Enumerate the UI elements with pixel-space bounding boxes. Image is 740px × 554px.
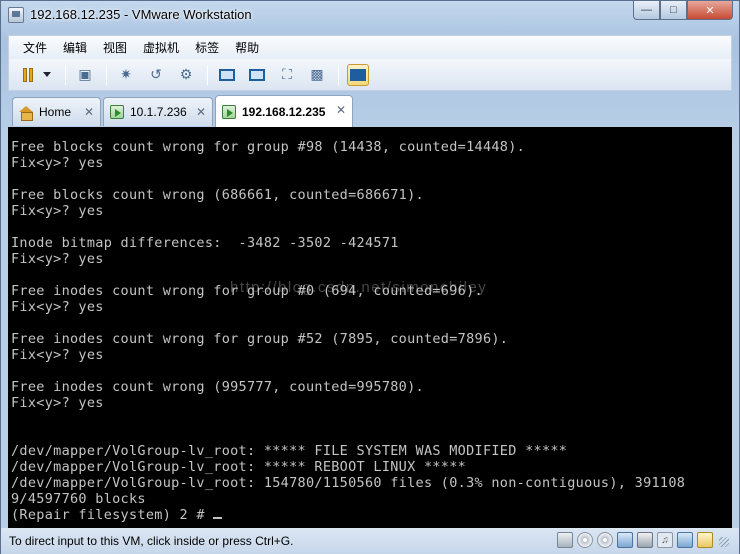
home-icon [19,106,33,121]
text-cursor [213,517,223,519]
tab-strip: Home ✕ 10.1.7.236 ✕ 192.168.12.235 ✕ [8,93,732,127]
vmware-window: 192.168.12.235 - VMware Workstation — □ … [0,0,740,554]
console-prompt-line: (Repair filesystem) 2 # [8,507,732,523]
unity-icon[interactable]: ▩ [306,64,328,86]
menu-help[interactable]: 帮助 [227,39,267,56]
vm-icon [110,105,124,119]
console-line: Fix<y>? yes [11,251,104,267]
snapshot-icon[interactable]: ✷ [115,64,137,86]
menu-file[interactable]: 文件 [15,39,55,56]
cd-rom-icon[interactable] [577,532,593,548]
console-line: Fix<y>? yes [11,347,104,363]
minimize-button[interactable]: — [633,1,660,20]
toolbar-separator [106,64,107,85]
fullscreen-icon[interactable] [246,64,268,86]
console-line: Free blocks count wrong (686661, counted… [11,187,424,203]
toolbar-separator [65,64,66,85]
tab-vm-192-168-12-235[interactable]: 192.168.12.235 ✕ [215,95,353,127]
quick-switch-icon[interactable] [347,63,369,86]
tab-label: 10.1.7.236 [130,105,187,119]
tab-vm-10-1-7-236[interactable]: 10.1.7.236 ✕ [103,97,213,126]
menu-bar: 文件 编辑 视图 虚拟机 标签 帮助 [8,35,732,59]
maximize-icon: □ [670,4,677,16]
menu-view[interactable]: 视图 [95,39,135,56]
console-line: /dev/mapper/VolGroup-lv_root: ***** REBO… [11,459,467,475]
console-line: Free blocks count wrong for group #98 (1… [11,139,526,155]
hard-disk-icon[interactable] [557,532,573,548]
menu-vm[interactable]: 虚拟机 [135,39,187,56]
console-line: Inode bitmap differences: -3482 -3502 -4… [11,235,399,251]
tab-close-icon[interactable]: ✕ [196,105,206,119]
pause-icon[interactable] [17,64,39,86]
status-message: To direct input to this VM, click inside… [9,534,294,548]
console-line: Fix<y>? yes [11,203,104,219]
printer-icon[interactable] [637,532,653,548]
console-line: Fix<y>? yes [11,155,104,171]
message-log-icon[interactable] [697,532,713,548]
console-prompt: (Repair filesystem) 2 # [11,507,214,523]
tab-close-icon[interactable]: ✕ [84,105,94,119]
snapshot-manager-icon[interactable]: ⚙ [175,64,197,86]
maximize-button[interactable]: □ [660,1,687,20]
console-line: Fix<y>? yes [11,299,104,315]
floppy-icon[interactable] [597,532,613,548]
vmware-app-icon [8,7,24,23]
send-ctrl-alt-del-icon[interactable]: ▣ [74,64,96,86]
window-title: 192.168.12.235 - VMware Workstation [30,7,252,22]
toolbar-separator [207,64,208,85]
menu-tabs[interactable]: 标签 [187,39,227,56]
close-icon: ✕ [705,4,715,17]
close-button[interactable]: ✕ [687,1,733,20]
console-line: Free inodes count wrong (995777, counted… [11,379,424,395]
vm-console[interactable]: Free blocks count wrong for group #98 (1… [8,127,732,528]
sound-card-icon[interactable]: ♫ [657,532,673,548]
menu-edit[interactable]: 编辑 [55,39,95,56]
toolbar: ▣ ✷ ↺ ⚙ ⛶ ▩ [8,59,732,91]
watermark: http://blog.csdn.net/simonchiley [230,279,488,296]
tab-label: Home [39,105,72,119]
network-adapter-icon[interactable] [617,532,633,548]
tab-close-icon[interactable]: ✕ [336,103,346,117]
power-dropdown-arrow-icon[interactable] [43,72,51,77]
revert-snapshot-icon[interactable]: ↺ [145,64,167,86]
tab-label: 192.168.12.235 [242,104,326,119]
console-line: 9/4597760 blocks [11,491,146,507]
console-line: /dev/mapper/VolGroup-lv_root: ***** FILE… [11,443,568,459]
minimize-icon: — [641,4,652,16]
status-bar: To direct input to this VM, click inside… [1,528,739,554]
console-line: Fix<y>? yes [11,395,104,411]
resize-grip-icon[interactable] [719,537,729,547]
title-bar[interactable]: 192.168.12.235 - VMware Workstation — □ … [1,1,739,29]
toolbar-separator [338,64,339,85]
vm-icon [222,104,236,119]
console-line: Free inodes count wrong for group #52 (7… [11,331,509,347]
tab-home[interactable]: Home ✕ [12,97,101,126]
device-status-icons: ♫ [553,532,729,548]
stretch-icon[interactable]: ⛶ [276,64,298,86]
caption-buttons: — □ ✕ [633,1,733,21]
console-line: /dev/mapper/VolGroup-lv_root: 154780/115… [11,475,686,491]
usb-device-icon[interactable] [677,532,693,548]
console-view-icon[interactable] [216,64,238,86]
